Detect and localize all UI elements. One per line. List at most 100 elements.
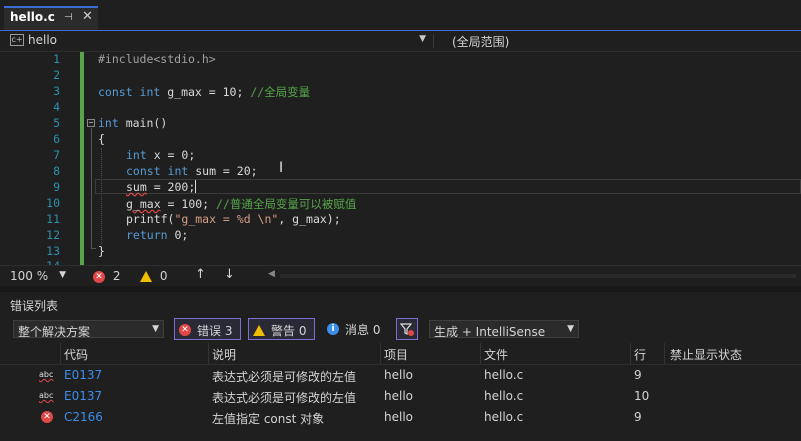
code-line-6: { (98, 132, 105, 146)
error-code[interactable]: C2166 (64, 410, 103, 424)
code-line-8: const int sum = 20; (126, 164, 258, 178)
error-project: hello (384, 368, 413, 382)
code-line-11: printf("g_max = %d \n", g_max); (126, 212, 341, 226)
error-code[interactable]: E0137 (64, 368, 102, 382)
column-divider[interactable] (664, 343, 665, 364)
error-description: 左值指定 const 对象 (212, 412, 325, 426)
filter-icon (399, 323, 414, 336)
comment: //全局变量 (250, 85, 311, 99)
ibeam-cursor-icon: I (279, 160, 284, 176)
collapse-icon[interactable]: − (87, 119, 95, 127)
code-editor[interactable]: 1 2 3 4 5 6 7 8 9 10 11 12 13 14 − #incl… (0, 52, 801, 265)
line-number: 7 (53, 148, 60, 162)
filter-toggle-button[interactable] (396, 318, 418, 340)
line-number: 9 (53, 180, 60, 194)
code-line-1: #include<stdio.h> (98, 52, 216, 66)
column-divider[interactable] (60, 343, 61, 364)
column-header-suppression-state[interactable]: 禁止显示状态 (670, 346, 742, 363)
error-list-toolbar: 整个解决方案 ▼ ✕ 错误 3 警告 0 i 消息 0 生成 + Intelli… (0, 317, 801, 341)
errors-filter-button[interactable]: ✕ 错误 3 (174, 318, 241, 340)
error-line: 9 (634, 368, 642, 382)
table-row[interactable]: ✕ C2166 左值指定 const 对象 hello hello.c 9 (0, 407, 801, 428)
code-text: = 200; (146, 180, 196, 194)
comment: //普通全局变量可以被赋值 (216, 197, 357, 211)
project-icon: c+ (10, 34, 24, 46)
code-text: sum = 20; (188, 164, 258, 178)
error-file: hello.c (484, 410, 524, 424)
string-literal: "g_max = %d \n" (174, 212, 279, 226)
include-directive: #include<stdio.h> (98, 52, 216, 66)
error-count-indicator[interactable]: ✕ 2 (93, 269, 120, 283)
error-line: 10 (634, 389, 650, 403)
tab-hello-c[interactable]: hello.c ⊣ ✕ (4, 6, 98, 30)
keyword: int (98, 116, 119, 130)
code-line-7: int x = 0; (126, 148, 195, 162)
chevron-down-icon: ▼ (152, 324, 159, 334)
line-number: 4 (53, 100, 60, 114)
keyword: return (126, 228, 168, 242)
pin-icon[interactable]: ⊣ (64, 12, 73, 23)
code-text: { (98, 132, 105, 146)
column-header-description[interactable]: 说明 (212, 346, 236, 363)
warnings-filter-label: 警告 0 (271, 324, 307, 338)
errors-filter-label: 错误 3 (197, 324, 233, 338)
arrow-up-icon[interactable]: ↑ (195, 267, 206, 282)
error-icon: ✕ (41, 411, 53, 423)
column-header-project[interactable]: 项目 (384, 346, 408, 363)
table-header: 代码 说明 项目 文件 行 禁止显示状态 (0, 343, 801, 365)
warning-icon (140, 271, 152, 282)
column-header-code[interactable]: 代码 (64, 346, 88, 363)
table-row[interactable]: abc E0137 表达式必须是可修改的左值 hello hello.c 10 (0, 386, 801, 407)
zoom-dropdown[interactable]: 100 % ▼ (4, 268, 66, 283)
project-dropdown[interactable]: c+ hello ▼ (8, 32, 428, 50)
keyword: const int (98, 85, 161, 99)
scope-dropdown[interactable]: (全局范围) (452, 33, 509, 50)
build-source-dropdown[interactable]: 生成 + IntelliSense ▼ (429, 320, 579, 339)
project-label: hello (28, 33, 57, 47)
fold-guide-end (91, 248, 96, 249)
tab-label: hello.c (10, 10, 55, 24)
navigation-bar: c+ hello ▼ (全局范围) (0, 31, 801, 52)
tab-strip: hello.c ⊣ ✕ (0, 0, 801, 30)
close-icon[interactable]: ✕ (82, 9, 93, 24)
warnings-filter-button[interactable]: 警告 0 (248, 318, 315, 340)
column-header-file[interactable]: 文件 (484, 346, 508, 363)
horizontal-scrollbar[interactable] (280, 274, 796, 278)
keyword: const int (126, 164, 189, 178)
error-code[interactable]: E0137 (64, 389, 102, 403)
column-header-line[interactable]: 行 (634, 346, 646, 363)
line-number: 12 (46, 228, 60, 242)
error-icon: ✕ (93, 270, 105, 283)
scroll-left-icon[interactable]: ◀ (268, 269, 275, 279)
line-number: 11 (46, 212, 60, 226)
keyword: int (126, 148, 147, 162)
code-text: , g_max); (278, 212, 341, 226)
code-line-3: const int g_max = 10; //全局变量 (98, 84, 310, 100)
error-list-panel: 错误列表 整个解决方案 ▼ ✕ 错误 3 警告 0 i 消息 0 生成 + In… (0, 292, 801, 441)
column-divider[interactable] (630, 343, 631, 364)
error-file: hello.c (484, 389, 524, 403)
warning-count-indicator[interactable]: 0 (140, 269, 167, 283)
warning-count: 0 (159, 269, 168, 283)
error-project: hello (384, 410, 413, 424)
column-divider[interactable] (480, 343, 481, 364)
code-text: g_max = 10; (160, 85, 251, 99)
fold-guide (91, 128, 92, 248)
code-text: printf( (126, 212, 175, 226)
intellisense-error-icon: abc (39, 391, 54, 400)
column-divider[interactable] (380, 343, 381, 364)
error-count: 2 (112, 269, 121, 283)
messages-filter-button[interactable]: i 消息 0 (324, 318, 386, 340)
chevron-down-icon: ▼ (567, 324, 574, 334)
code-text: main() (118, 116, 168, 130)
table-row[interactable]: abc E0137 表达式必须是可修改的左值 hello hello.c 9 (0, 365, 801, 386)
editor-status-bar: 100 % ▼ ✕ 2 0 ↑ ↓ ◀ (0, 265, 801, 286)
code-text: x = 0; (146, 148, 196, 162)
divider (433, 34, 434, 48)
error-squiggle[interactable]: sum (126, 180, 147, 194)
error-squiggle[interactable]: g_max (126, 197, 161, 211)
column-divider[interactable] (208, 343, 209, 364)
code-line-5: int main() (98, 116, 167, 130)
arrow-down-icon[interactable]: ↓ (224, 267, 235, 282)
scope-filter-dropdown[interactable]: 整个解决方案 ▼ (13, 320, 164, 339)
